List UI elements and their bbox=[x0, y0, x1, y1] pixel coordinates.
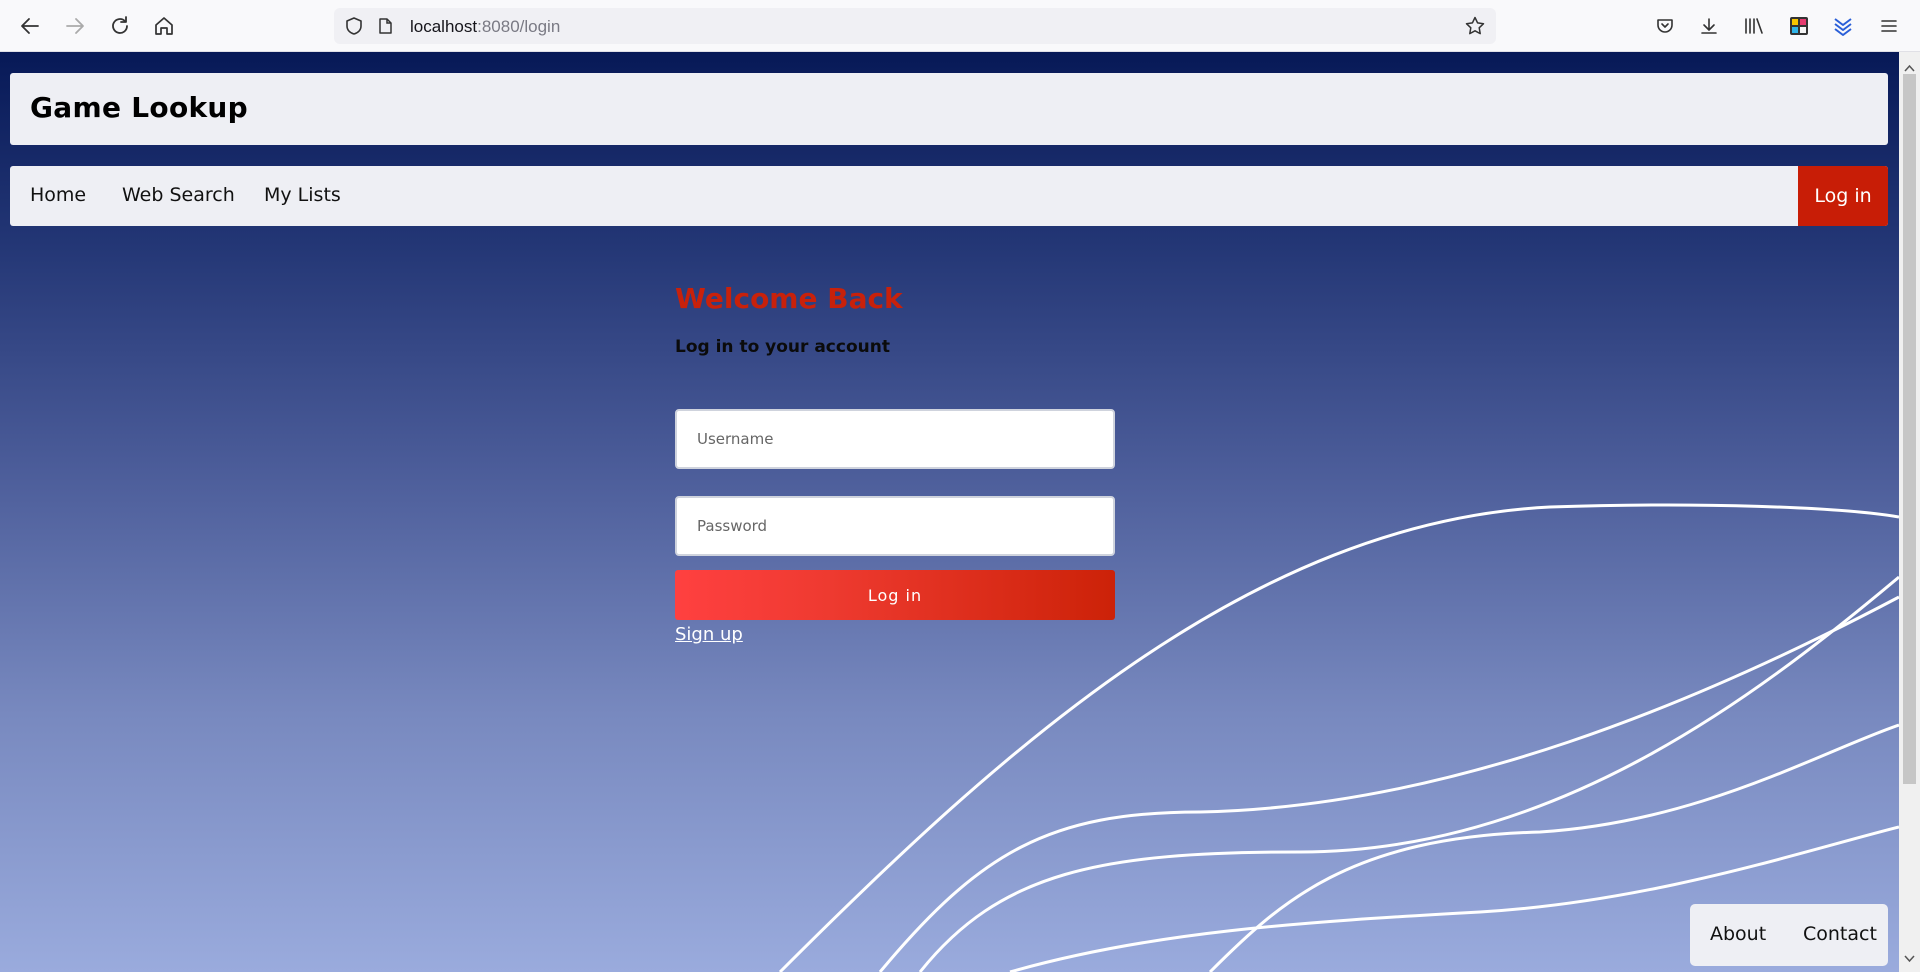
site-header: Game Lookup bbox=[10, 73, 1888, 145]
login-heading: Welcome Back bbox=[675, 282, 903, 315]
nav-login-button[interactable]: Log in bbox=[1798, 166, 1888, 226]
footer-about-link[interactable]: About bbox=[1710, 923, 1766, 945]
page-viewport: Game Lookup Home Web Search My Lists Log… bbox=[0, 52, 1899, 972]
nav-my-lists[interactable]: My Lists bbox=[264, 184, 341, 206]
signup-link[interactable]: Sign up bbox=[675, 624, 743, 645]
home-icon[interactable] bbox=[151, 13, 177, 39]
footer-links: About Contact bbox=[1690, 904, 1888, 966]
scroll-down-arrow-icon[interactable] bbox=[1904, 948, 1915, 967]
menu-icon[interactable] bbox=[1876, 13, 1902, 39]
url-text[interactable]: localhost:8080/login bbox=[410, 17, 560, 37]
nav-web-search[interactable]: Web Search bbox=[122, 184, 235, 206]
url-path: :8080/login bbox=[477, 17, 561, 36]
vertical-scrollbar[interactable] bbox=[1899, 52, 1920, 972]
shield-icon[interactable] bbox=[344, 16, 364, 36]
url-host: localhost bbox=[410, 17, 478, 36]
bookmark-star-icon[interactable] bbox=[1464, 15, 1486, 37]
footer-contact-link[interactable]: Contact bbox=[1803, 923, 1877, 945]
address-bar[interactable]: localhost:8080/login bbox=[334, 8, 1496, 44]
login-submit-button[interactable]: Log in bbox=[675, 570, 1115, 620]
extension-chevrons-icon[interactable] bbox=[1830, 13, 1856, 39]
scrollbar-thumb[interactable] bbox=[1903, 74, 1916, 784]
password-input[interactable] bbox=[675, 496, 1115, 556]
page-icon bbox=[376, 17, 394, 35]
login-subheading: Log in to your account bbox=[675, 337, 890, 357]
download-icon[interactable] bbox=[1696, 13, 1722, 39]
nav-home[interactable]: Home bbox=[30, 184, 86, 206]
extension-color-icon[interactable] bbox=[1786, 13, 1812, 39]
pocket-icon[interactable] bbox=[1652, 13, 1678, 39]
browser-toolbar: localhost:8080/login bbox=[0, 0, 1920, 52]
back-arrow-icon[interactable] bbox=[17, 13, 43, 39]
forward-arrow-icon[interactable] bbox=[62, 13, 88, 39]
site-title: Game Lookup bbox=[30, 91, 249, 124]
library-icon[interactable] bbox=[1741, 13, 1767, 39]
username-input[interactable] bbox=[675, 409, 1115, 469]
main-nav: Home Web Search My Lists Log in bbox=[10, 166, 1888, 226]
reload-icon[interactable] bbox=[107, 13, 133, 39]
